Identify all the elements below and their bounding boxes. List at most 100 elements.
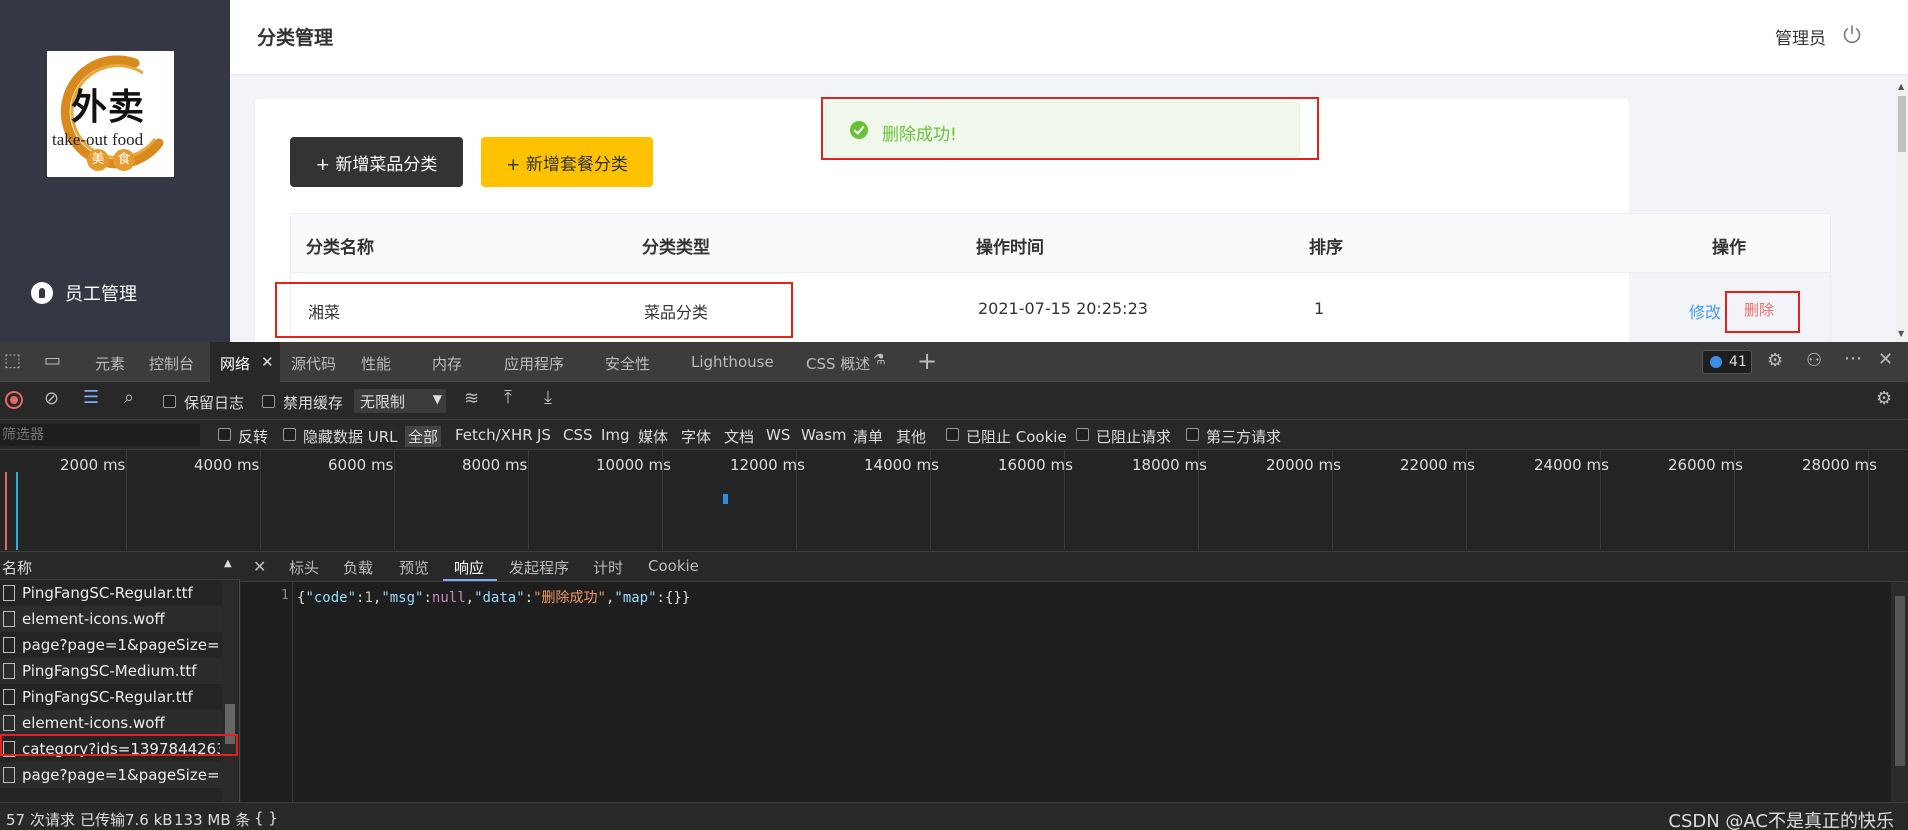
third-party-label: 第三方请求 [1206,428,1282,446]
delete-link[interactable]: 删除 [1744,299,1774,320]
response-viewer[interactable]: 1 {"code":1,"msg":null,"data":"删除成功","ma… [241,582,1891,802]
filter-type-css[interactable]: CSS [563,426,593,444]
list-item[interactable]: category?ids=1397844263642 [0,736,222,762]
blocked-requests-checkbox[interactable] [1076,428,1089,441]
tab-preview[interactable]: 预览 [399,557,429,578]
table-row: 湘菜 菜品分类 2021-07-15 20:25:23 1 修改 删除 [290,273,1831,342]
cell-time: 2021-07-15 20:25:23 [978,299,1148,318]
import-icon[interactable]: ⤒ [504,387,512,408]
more-icon[interactable]: ⋯ [1844,348,1862,369]
third-party-checkbox[interactable] [1186,428,1199,441]
filter-type-img[interactable]: Img [601,426,630,444]
customize-icon[interactable]: ⚇ [1806,350,1822,371]
device-toggle-icon[interactable]: ▭ [44,350,61,371]
filter-type-font[interactable]: 字体 [681,426,711,447]
record-icon[interactable] [5,391,23,409]
tab-response[interactable]: 响应 [454,557,484,578]
request-name: page?page=1&pageSize=10 [22,766,220,784]
col-header-sort: 排序 [1309,238,1343,258]
list-item[interactable]: page?page=1&pageSize=10 [0,632,222,658]
add-tab-icon[interactable]: + [917,347,937,375]
blocked-cookie-checkbox[interactable] [946,428,959,441]
tab-application[interactable]: 应用程序 [504,353,564,374]
close-tab-icon[interactable]: ✕ [261,353,274,371]
filter-icon[interactable]: ☰ [83,387,99,408]
network-settings-icon[interactable]: ⚙ [1876,388,1892,409]
filter-type-all[interactable]: 全部 [405,426,442,447]
search-icon[interactable]: ⌕ [124,387,134,408]
tab-memory[interactable]: 内存 [432,353,462,374]
response-body[interactable]: {"code":1,"msg":null,"data":"删除成功","map"… [297,587,690,607]
tab-cookies[interactable]: Cookie [648,557,699,575]
scroll-down-icon[interactable]: ▼ [1898,329,1904,338]
scrollbar-thumb[interactable] [225,704,235,744]
disable-cache-checkbox[interactable] [262,395,275,408]
invert-checkbox[interactable] [218,428,231,441]
tab-initiator[interactable]: 发起程序 [509,557,569,578]
tab-console[interactable]: 控制台 [149,353,194,374]
filter-input[interactable] [0,424,200,446]
list-item[interactable]: page?page=1&pageSize=10 [0,762,222,788]
tab-headers[interactable]: 标头 [289,557,319,578]
tab-security[interactable]: 安全性 [605,353,650,374]
list-item[interactable]: element-icons.woff [0,710,222,736]
tab-sources[interactable]: 源代码 [291,353,336,374]
filter-type-fetch[interactable]: Fetch/XHR [455,426,533,444]
list-item[interactable]: PingFangSC-Medium.ttf [0,658,222,684]
line-number: 1 [281,588,289,603]
timeline-tick: 20000 ms [1266,456,1341,474]
tab-elements[interactable]: 元素 [95,353,125,374]
filter-type-wasm[interactable]: Wasm [801,426,847,444]
scrollbar-thumb[interactable] [1895,596,1905,766]
hide-data-url-checkbox[interactable] [283,428,296,441]
request-name: PingFangSC-Medium.ttf [22,662,197,680]
filter-type-other[interactable]: 其他 [896,426,926,447]
network-timeline[interactable]: 2000 ms 4000 ms 6000 ms 8000 ms 10000 ms 1200… [0,450,1908,552]
request-name: PingFangSC-Regular.ttf [22,584,193,602]
sort-up-icon[interactable]: ▲ [224,558,232,569]
add-dish-category-button[interactable]: + 新增菜品分类 [290,137,463,187]
filter-type-js[interactable]: JS [537,426,551,444]
tab-lighthouse[interactable]: Lighthouse [691,353,774,371]
tab-network[interactable]: 网络 [220,353,250,374]
app-scrollbar[interactable]: ▲ ▼ [1896,82,1908,342]
watermark: CSDN @AC不是真正的快乐 [1668,811,1894,830]
pretty-print-button[interactable]: { } [254,809,278,827]
tab-timing[interactable]: 计时 [593,557,623,578]
throttle-select[interactable]: 无限制 ▼ [354,389,446,413]
tab-css-overview[interactable]: CSS 概述 [806,353,870,374]
close-icon[interactable]: ✕ [1878,349,1893,370]
settings-icon[interactable]: ⚙ [1767,350,1783,371]
filter-type-manifest[interactable]: 清单 [853,426,883,447]
list-item[interactable]: element-icons.woff [0,606,222,632]
add-set-category-button[interactable]: + 新增套餐分类 [481,137,653,187]
scrollbar-thumb[interactable] [1898,96,1906,152]
devtools-tabbar: ⬚ ▭ 元素 控制台 网络 ✕ 源代码 性能 内存 应用程序 安全性 Light… [0,342,1908,382]
sidebar-item-employee[interactable]: 员工管理 [31,280,137,306]
close-detail-icon[interactable]: ✕ [253,557,266,576]
network-conditions-icon[interactable]: ≋ [464,388,479,409]
filter-type-ws[interactable]: WS [766,426,790,444]
clear-icon[interactable]: ⊘ [44,388,59,409]
issues-badge[interactable]: 41 [1702,350,1752,374]
tab-payload[interactable]: 负载 [343,557,373,578]
timeline-tick: 2000 ms [60,456,126,474]
timeline-tick: 4000 ms [194,456,260,474]
tab-performance[interactable]: 性能 [361,353,391,374]
filter-type-media[interactable]: 媒体 [638,426,668,447]
list-item[interactable]: PingFangSC-Regular.ttf [0,580,222,606]
timeline-tick: 6000 ms [328,456,394,474]
inspect-icon[interactable]: ⬚ [4,350,21,371]
user-name[interactable]: 管理员 [1775,24,1826,49]
timeline-tick: 10000 ms [596,456,671,474]
blocked-cookie-label: 已阻止 Cookie [966,428,1067,446]
edit-link[interactable]: 修改 [1689,299,1721,323]
export-icon[interactable]: ⤓ [544,387,552,408]
filter-type-doc[interactable]: 文档 [724,426,754,447]
scroll-up-icon[interactable]: ▲ [1898,82,1904,91]
request-list-scrollbar[interactable] [222,580,238,802]
response-scrollbar[interactable] [1891,582,1908,802]
power-icon[interactable] [1842,24,1862,44]
list-item[interactable]: PingFangSC-Regular.ttf [0,684,222,710]
preserve-log-checkbox[interactable] [163,395,176,408]
